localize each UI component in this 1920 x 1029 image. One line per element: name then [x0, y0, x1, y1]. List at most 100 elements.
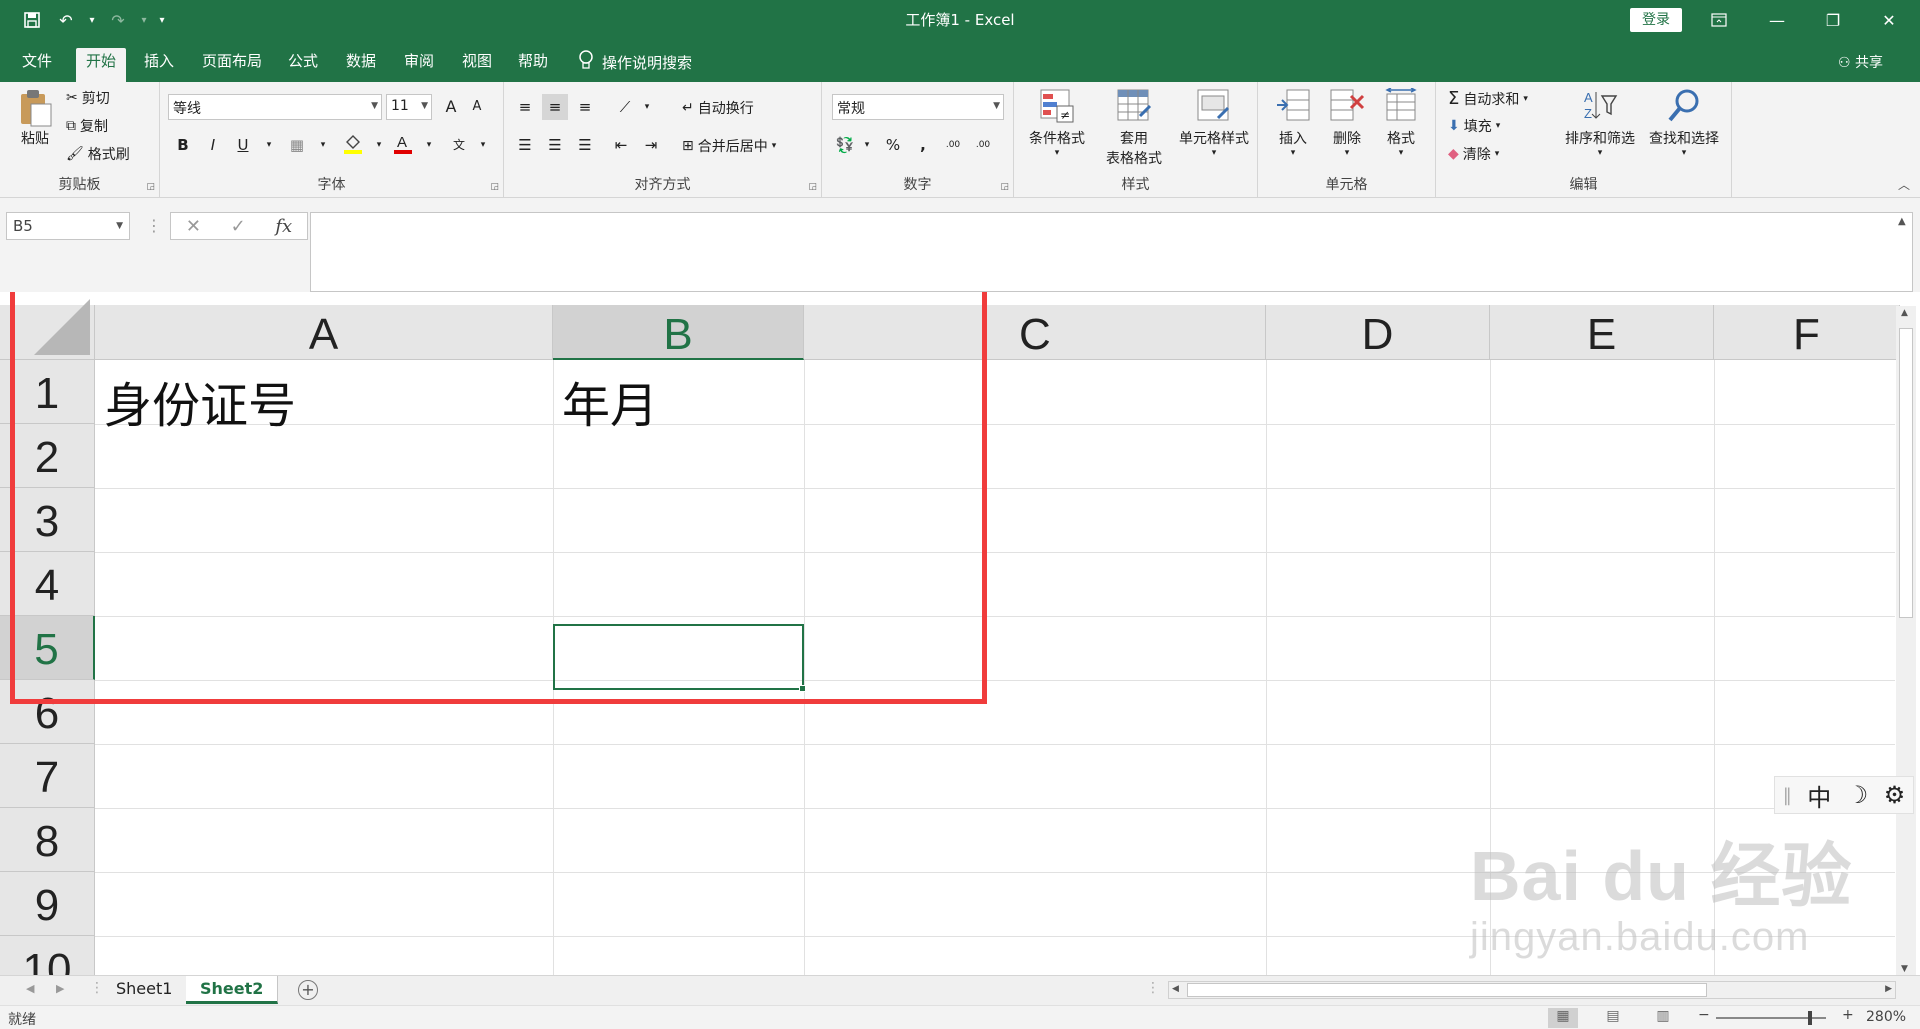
phonetic-icon[interactable]: 文 — [446, 132, 472, 158]
decrease-font-icon[interactable]: A — [464, 94, 490, 120]
fill-color-dropdown-icon[interactable]: ▾ — [366, 132, 392, 158]
autosum-button[interactable]: Σ 自动求和 ▾ — [1448, 88, 1528, 109]
sheet-tab-sheet1[interactable]: Sheet1 — [102, 976, 188, 1004]
font-color-dropdown-icon[interactable]: ▾ — [416, 132, 442, 158]
minimize-icon[interactable]: — — [1754, 0, 1800, 40]
clipboard-launcher-icon[interactable]: ◲ — [146, 182, 155, 192]
zoom-slider[interactable] — [1716, 1011, 1826, 1025]
scroll-right-icon[interactable]: ▶ — [1885, 984, 1892, 994]
copy-button[interactable]: ⧉ 复制 — [66, 116, 108, 136]
column-header-b[interactable]: B — [553, 305, 804, 360]
save-icon[interactable] — [18, 6, 46, 34]
align-left-icon[interactable]: ☰ — [512, 132, 538, 158]
align-top-icon[interactable]: ≡ — [512, 94, 538, 120]
vertical-scrollbar[interactable]: ▲ ▼ — [1896, 306, 1916, 976]
borders-dropdown-icon[interactable]: ▾ — [310, 132, 336, 158]
tab-data[interactable]: 数据 — [336, 49, 386, 82]
number-format-combo[interactable]: 常规 ▼ — [832, 94, 1004, 120]
moon-icon[interactable]: ☽ — [1847, 781, 1869, 809]
cell-a1[interactable]: 身份证号 — [104, 366, 296, 436]
tab-file[interactable]: 文件 — [12, 49, 62, 82]
row-header-1[interactable]: 1 — [0, 360, 95, 424]
fill-button[interactable]: ⬇ 填充 ▾ — [1448, 116, 1500, 136]
share-button[interactable]: ⚇ 共享 — [1838, 52, 1883, 72]
increase-indent-icon[interactable]: ⇥ — [638, 132, 664, 158]
zoom-level[interactable]: 280% — [1866, 1009, 1906, 1025]
tell-me-search[interactable]: 操作说明搜索 — [578, 50, 692, 74]
clear-button[interactable]: ◆ 清除 ▾ — [1448, 144, 1499, 164]
name-box[interactable]: B5 ▼ — [6, 212, 130, 240]
format-painter-button[interactable]: 🖌 格式刷 — [66, 144, 130, 164]
phonetic-dropdown-icon[interactable]: ▾ — [470, 132, 496, 158]
italic-button[interactable]: I — [200, 132, 226, 158]
horizontal-scroll-thumb[interactable] — [1187, 983, 1707, 997]
tab-page-layout[interactable]: 页面布局 — [192, 49, 272, 82]
format-cells-button[interactable]: 格式 ▾ — [1376, 87, 1426, 158]
tab-formulas[interactable]: 公式 — [278, 49, 328, 82]
cut-button[interactable]: ✂ 剪切 — [66, 88, 110, 108]
percent-button[interactable]: % — [880, 132, 906, 158]
normal-view-icon[interactable]: ▦ — [1548, 1008, 1578, 1028]
ribbon-display-options-icon[interactable] — [1696, 0, 1742, 40]
tab-help[interactable]: 帮助 — [508, 49, 558, 82]
row-header-6[interactable]: 6 — [0, 680, 95, 744]
login-button[interactable]: 登录 — [1630, 8, 1682, 32]
row-header-4[interactable]: 4 — [0, 552, 95, 616]
format-as-table-button[interactable]: 套用 表格格式 — [1094, 88, 1174, 168]
comma-button[interactable]: , — [910, 132, 936, 158]
column-header-a[interactable]: A — [95, 305, 553, 360]
fill-color-icon[interactable] — [340, 132, 366, 158]
underline-button[interactable]: U — [230, 132, 256, 158]
orientation-dropdown-icon[interactable]: ▾ — [634, 94, 660, 120]
scroll-down-icon[interactable]: ▼ — [1901, 964, 1908, 974]
bold-button[interactable]: B — [170, 132, 196, 158]
scroll-up-icon[interactable]: ▲ — [1901, 308, 1908, 318]
font-name-combo[interactable]: 等线 ▼ — [168, 94, 382, 120]
row-header-10[interactable]: 10 — [0, 936, 95, 975]
currency-dropdown-icon[interactable]: ▾ — [854, 132, 880, 158]
cancel-icon[interactable]: ✕ — [186, 216, 201, 237]
sort-filter-button[interactable]: AZ 排序和筛选 ▾ — [1560, 88, 1640, 158]
row-header-8[interactable]: 8 — [0, 808, 95, 872]
column-header-d[interactable]: D — [1266, 305, 1490, 360]
alignment-launcher-icon[interactable]: ◲ — [808, 182, 817, 192]
restore-icon[interactable]: ❐ — [1810, 0, 1856, 40]
tab-insert[interactable]: 插入 — [134, 49, 184, 82]
row-header-3[interactable]: 3 — [0, 488, 95, 552]
ime-mode-toggle[interactable]: 中 — [1807, 778, 1831, 813]
decrease-indent-icon[interactable]: ⇤ — [608, 132, 634, 158]
tab-home[interactable]: 开始 — [76, 48, 127, 82]
font-size-combo[interactable]: 11 ▼ — [386, 94, 432, 120]
insert-function-button[interactable]: fx — [275, 216, 292, 237]
row-header-9[interactable]: 9 — [0, 872, 95, 936]
enter-icon[interactable]: ✓ — [231, 216, 246, 237]
column-header-e[interactable]: E — [1490, 305, 1714, 360]
borders-icon[interactable]: ▦ — [284, 132, 310, 158]
increase-font-icon[interactable]: A — [438, 94, 464, 120]
page-layout-view-icon[interactable]: ▤ — [1598, 1008, 1628, 1028]
undo-dropdown-icon[interactable]: ▾ — [86, 6, 98, 34]
align-bottom-icon[interactable]: ≡ — [572, 94, 598, 120]
tab-review[interactable]: 审阅 — [394, 49, 444, 82]
expand-formula-bar-icon[interactable]: ▲ — [1898, 216, 1906, 227]
find-select-button[interactable]: 查找和选择 ▾ — [1642, 88, 1726, 158]
undo-icon[interactable]: ↶ — [52, 6, 80, 34]
gear-icon[interactable]: ⚙ — [1884, 781, 1906, 809]
prev-sheet-icon[interactable]: ◀ — [26, 982, 34, 995]
cell-styles-button[interactable]: 单元格样式 ▾ — [1174, 88, 1254, 158]
paste-button[interactable]: 粘贴 — [10, 88, 60, 148]
select-all-button[interactable] — [0, 299, 95, 360]
row-header-5[interactable]: 5 — [0, 616, 95, 680]
decrease-decimal-button[interactable]: .00 — [970, 132, 996, 158]
cell-b1[interactable]: 年月 — [562, 366, 658, 436]
zoom-out-icon[interactable]: − — [1698, 1007, 1710, 1023]
vertical-scroll-thumb[interactable] — [1899, 328, 1913, 618]
conditional-format-button[interactable]: ≠ 条件格式 ▾ — [1022, 88, 1092, 158]
column-header-f[interactable]: F — [1714, 305, 1900, 360]
redo-icon[interactable]: ↷ — [104, 6, 132, 34]
align-center-icon[interactable]: ☰ — [542, 132, 568, 158]
collapse-ribbon-icon[interactable]: ︿ — [1898, 176, 1910, 193]
wrap-text-button[interactable]: ↵ 自动换行 — [682, 98, 754, 118]
customize-qat-icon[interactable]: ▾ — [156, 6, 168, 34]
merge-center-button[interactable]: ⊞ 合并后居中 ▾ — [682, 136, 776, 156]
